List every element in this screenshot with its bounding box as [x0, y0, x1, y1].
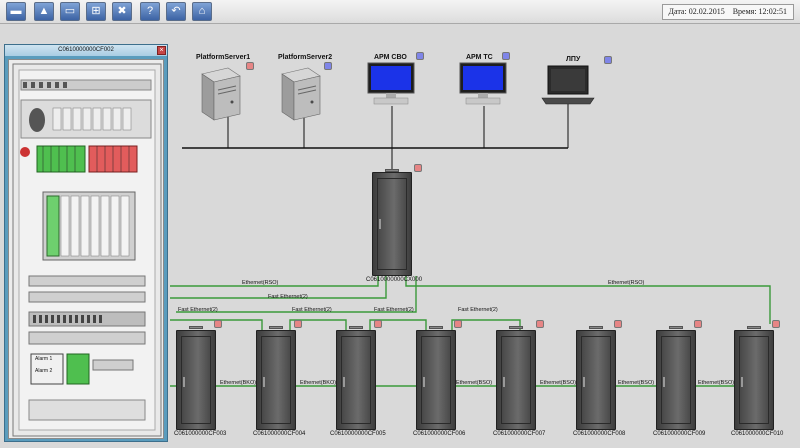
- workstation-label: ЛПУ: [566, 56, 581, 63]
- time-label: Время:: [732, 7, 757, 16]
- status-indicator[interactable]: [536, 320, 544, 328]
- home-icon[interactable]: ⌂: [192, 2, 212, 21]
- cabinet[interactable]: [656, 330, 696, 430]
- status-indicator[interactable]: [214, 320, 222, 328]
- cabinet-label: C061000000CF003: [174, 431, 227, 437]
- cabinet-label: C0610000000CX000: [366, 277, 423, 283]
- status-indicator[interactable]: [604, 56, 612, 64]
- cabinet[interactable]: [496, 330, 536, 430]
- status-indicator[interactable]: [694, 320, 702, 328]
- alarm-label: Alarm 1: [35, 356, 53, 362]
- rack-cap: [509, 326, 523, 329]
- cabinet-label: C061000000CF010: [731, 431, 784, 437]
- window-title: C0610000000CF002: [5, 45, 167, 56]
- cabinet-label: C061000000CF004: [253, 431, 306, 437]
- link-label: Fast Ethernet(2): [292, 307, 332, 313]
- workstation-label: АРМ СВО: [374, 54, 407, 61]
- cabinet-front-view: Alarm 1 Alarm 2: [8, 59, 164, 439]
- date-label: Дата:: [668, 7, 687, 16]
- server-icon[interactable]: [198, 66, 244, 122]
- status-indicator[interactable]: [772, 320, 780, 328]
- link-label: Ethernet(BSO): [540, 380, 577, 386]
- date-value: 02.02.2015: [688, 7, 725, 16]
- alarm-label: Alarm 2: [35, 368, 53, 374]
- cabinet[interactable]: [416, 330, 456, 430]
- link-label: Fast Ethernet(2): [268, 294, 308, 300]
- close-icon[interactable]: ×: [157, 46, 166, 55]
- status-indicator[interactable]: [614, 320, 622, 328]
- cabinet-label: C061000000CF009: [653, 431, 706, 437]
- cabinet-label: C061000000CF007: [493, 431, 546, 437]
- link-label: Ethernet(BSO): [618, 380, 655, 386]
- cabinet[interactable]: [256, 330, 296, 430]
- help-icon[interactable]: ?: [140, 2, 160, 21]
- server-icon[interactable]: [278, 66, 324, 122]
- workstation-label: PlatformServer2: [278, 54, 333, 61]
- link-label: Ethernet(BKO): [220, 380, 257, 386]
- workstation-label: PlatformServer1: [196, 54, 251, 61]
- cabinet[interactable]: [576, 330, 616, 430]
- rack-cap: [269, 326, 283, 329]
- link-label: Ethernet(RSO): [608, 280, 645, 286]
- cabinet-drawing: [12, 63, 162, 437]
- datetime-display: Дата: 02.02.2015 Время: 12:02:51: [661, 4, 794, 20]
- status-indicator[interactable]: [374, 320, 382, 328]
- link-label: Fast Ethernet(2): [374, 307, 414, 313]
- link-label: Ethernet(RSO): [242, 280, 279, 286]
- scada-app: ▬ ▲ ▭ ⊞ ✖ ? ↶ ⌂ Дата: 02.02.2015 Время: …: [0, 0, 800, 448]
- link-label: Ethernet(BSO): [456, 380, 493, 386]
- tools-icon[interactable]: ✖: [112, 2, 132, 21]
- rack-cap: [349, 326, 363, 329]
- rack-cap: [429, 326, 443, 329]
- time-value: 12:02:51: [758, 7, 787, 16]
- window-icon[interactable]: ▭: [60, 2, 80, 21]
- status-indicator[interactable]: [502, 52, 510, 60]
- cabinet-label: C061000000CF006: [413, 431, 466, 437]
- main-cabinet[interactable]: [372, 172, 412, 276]
- status-indicator[interactable]: [246, 62, 254, 70]
- cabinet[interactable]: [176, 330, 216, 430]
- cabinet[interactable]: [336, 330, 376, 430]
- cabinet-label: C0610000000CF005: [330, 431, 386, 437]
- alarm-icon[interactable]: ▬: [6, 2, 26, 21]
- rack-cap: [747, 326, 761, 329]
- rack-cap: [589, 326, 603, 329]
- cabinet-label: C061000000CF008: [573, 431, 626, 437]
- status-indicator[interactable]: [454, 320, 462, 328]
- network-icon[interactable]: ⊞: [86, 2, 106, 21]
- chart-icon[interactable]: ▲: [34, 2, 54, 21]
- status-indicator[interactable]: [324, 62, 332, 70]
- link-label: Fast Ethernet(2): [458, 307, 498, 313]
- monitor-icon[interactable]: [366, 62, 416, 106]
- status-indicator[interactable]: [414, 164, 422, 172]
- back-icon[interactable]: ↶: [166, 2, 186, 21]
- monitor-icon[interactable]: [458, 62, 508, 106]
- laptop-icon[interactable]: [540, 64, 596, 106]
- status-indicator[interactable]: [294, 320, 302, 328]
- rack-cap: [669, 326, 683, 329]
- workstation-label: АРМ ТС: [466, 54, 493, 61]
- link-label: Ethernet(BSO): [698, 380, 735, 386]
- cabinet[interactable]: [734, 330, 774, 430]
- link-label: Fast Ethernet(2): [178, 307, 218, 313]
- link-label: Ethernet(BKO): [300, 380, 337, 386]
- cabinet-detail-window[interactable]: C0610000000CF002 × Alarm 1 Alarm 2: [4, 44, 168, 442]
- status-indicator[interactable]: [416, 52, 424, 60]
- rack-cap: [189, 326, 203, 329]
- toolbar: ▬ ▲ ▭ ⊞ ✖ ? ↶ ⌂ Дата: 02.02.2015 Время: …: [0, 0, 800, 24]
